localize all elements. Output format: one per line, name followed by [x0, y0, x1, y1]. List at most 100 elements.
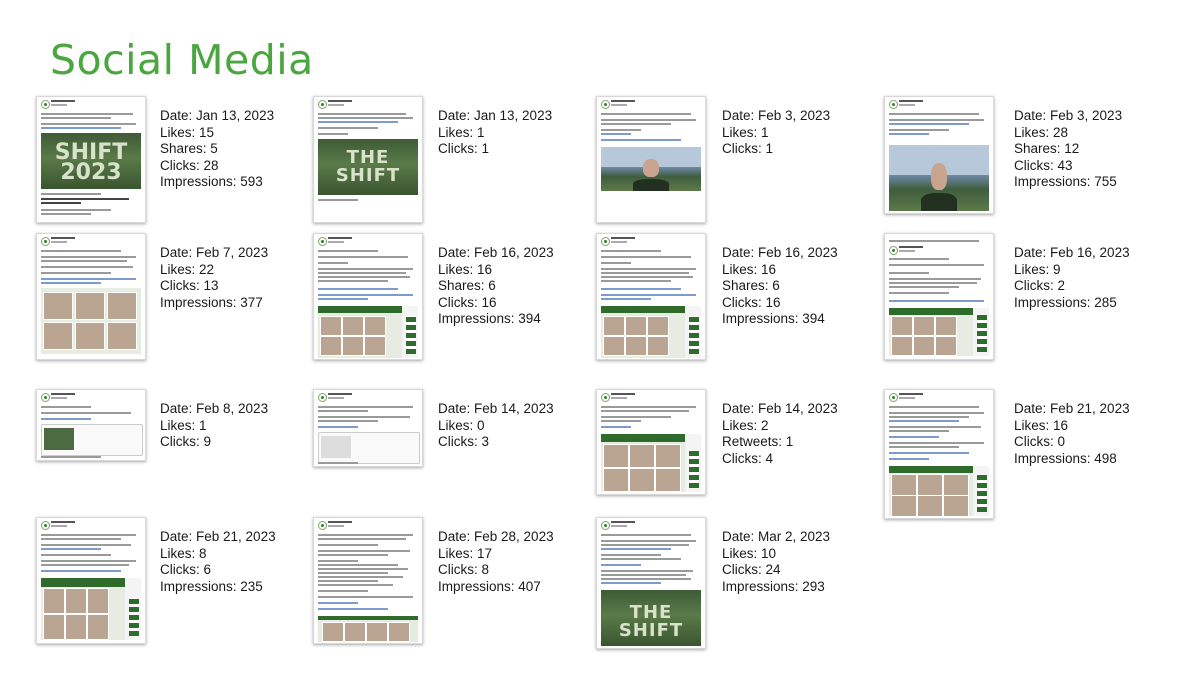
- post-graphic: [318, 133, 348, 135]
- stat-line: Date: Feb 14, 2023: [722, 401, 838, 416]
- slide-title: Social Media: [50, 36, 314, 84]
- video-thumbnail: [889, 145, 989, 211]
- post-stats: Date: Feb 16, 2023 Likes: 16 Shares: 6 Clic…: [722, 245, 847, 328]
- stat-line: Clicks: 9: [160, 434, 212, 449]
- stat-line: Clicks: 4: [722, 450, 774, 466]
- video-thumbnail: [601, 147, 701, 191]
- company-logo-icon: [318, 237, 327, 246]
- company-logo-icon: [601, 237, 610, 246]
- company-logo-icon: [41, 393, 50, 402]
- post-graphic: [51, 104, 67, 106]
- post-graphic: [889, 430, 949, 432]
- post-graphic: [43, 588, 65, 614]
- stat-line: Likes: 16: [722, 261, 777, 277]
- post-graphic: [318, 406, 413, 408]
- post-graphic: [318, 554, 388, 556]
- post-graphic: [402, 306, 418, 358]
- post-stats: Date: Feb 7, 2023 Likes: 22 Clicks: 13 Impr…: [160, 245, 285, 311]
- post-graphic: [318, 416, 410, 418]
- post-graphic: [889, 246, 989, 255]
- post-graphic: [685, 434, 701, 492]
- company-logo-icon: [601, 521, 610, 530]
- post-screenshot: [884, 389, 994, 519]
- post-graphic: [603, 468, 629, 492]
- stat-line: Clicks: 16: [438, 294, 497, 310]
- post-graphic: [65, 614, 87, 640]
- post-stats: Date: Feb 28, 2023 Likes: 17 Clicks: 8 Impr…: [438, 529, 563, 595]
- company-logo-icon: [318, 393, 327, 402]
- stat-line: Clicks: 1: [438, 141, 490, 156]
- post-graphic: [41, 538, 121, 540]
- post-graphic: [125, 578, 141, 640]
- post-graphic: [41, 209, 111, 211]
- post-graphic: [601, 113, 691, 115]
- post-graphic: [41, 456, 101, 458]
- post-graphic: [625, 316, 647, 336]
- post-graphic: [41, 406, 91, 408]
- post-screenshot: [884, 96, 994, 214]
- post-graphic: [889, 416, 969, 418]
- stat-line: Date: Feb 8, 2023: [160, 401, 269, 416]
- post-graphic: [328, 393, 352, 395]
- post-graphic: THE SHIFT: [318, 139, 418, 195]
- post-graphic: [601, 544, 689, 546]
- post-graphic: [601, 393, 701, 402]
- post-graphic: [977, 474, 987, 512]
- post-graphic: [318, 590, 368, 592]
- post-graphic: [129, 598, 139, 636]
- post-graphic: [977, 314, 987, 352]
- post-graphic: [318, 564, 398, 566]
- post-graphic: [921, 192, 957, 211]
- post-graphic: [889, 406, 979, 408]
- post-graphic: [65, 588, 87, 614]
- post-graphic: [318, 280, 388, 282]
- post-graphic: [917, 495, 943, 517]
- post-screenshot: [36, 389, 146, 461]
- stat-line: Likes: 17: [438, 545, 493, 561]
- post-graphic: [689, 450, 699, 488]
- post-graphic: [655, 468, 681, 492]
- post-graphic: [899, 104, 915, 106]
- speaker-grid-image: [318, 306, 418, 358]
- post-graphic: [889, 129, 949, 131]
- stat-line: Impressions: 755: [1014, 174, 1117, 189]
- post-graphic: [51, 100, 75, 102]
- post-graphic: [601, 574, 686, 576]
- stat-line: Date: Feb 16, 2023: [722, 245, 838, 260]
- post-stats: Date: Feb 16, 2023 Likes: 9 Clicks: 2 Impre…: [1014, 245, 1139, 311]
- post-screenshot: [313, 517, 423, 644]
- post-graphic: [601, 558, 681, 560]
- post-graphic: [406, 316, 416, 354]
- post-stats: Date: Feb 3, 2023 Likes: 28 Shares: 12 Clic…: [1014, 108, 1139, 191]
- post-graphic: [318, 276, 410, 278]
- post-graphic: [320, 336, 342, 356]
- post-graphic: [318, 568, 408, 570]
- post-graphic: [41, 266, 133, 268]
- post-graphic: [611, 237, 635, 239]
- speaker-grid-image: [41, 578, 141, 640]
- post-graphic: [87, 614, 109, 640]
- post-graphic: [647, 316, 669, 336]
- post-graphic: [973, 308, 989, 356]
- post-stats: Date: Jan 13, 2023 Likes: 15 Shares: 5 Clic…: [160, 108, 285, 191]
- post-graphic: [342, 336, 364, 356]
- post-graphic: [318, 560, 358, 562]
- post-graphic: [51, 237, 75, 239]
- post-screenshot: [313, 233, 423, 360]
- post-graphic: [318, 127, 378, 129]
- post-graphic: [318, 616, 418, 620]
- post-graphic: [41, 117, 111, 119]
- stat-line: Date: Mar 2, 2023: [722, 529, 831, 544]
- company-logo-icon: [41, 100, 50, 109]
- post-graphic: [889, 426, 981, 428]
- post-graphic: [318, 288, 398, 290]
- stat-line: Date: Feb 7, 2023: [160, 245, 269, 260]
- post-graphic: [41, 100, 141, 109]
- stat-line: Impressions: 394: [438, 311, 541, 326]
- post-graphic: [318, 544, 378, 546]
- stat-line: Clicks: 16: [722, 294, 781, 310]
- post-graphic: [41, 213, 91, 215]
- post-graphic: [41, 544, 131, 546]
- post-graphic: [320, 316, 342, 336]
- post-graphic: [647, 336, 669, 356]
